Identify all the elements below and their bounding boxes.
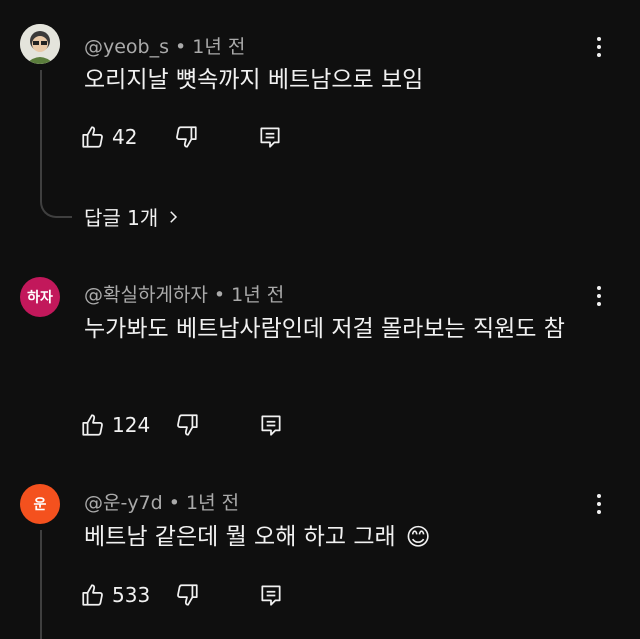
comment-text: 누가봐도 베트남사람인데 저걸 몰라보는 직원도 참 bbox=[84, 316, 565, 342]
thumbs-up-icon bbox=[82, 414, 103, 436]
thread-curve bbox=[40, 188, 72, 218]
reply-button[interactable] bbox=[257, 124, 283, 150]
reply-icon bbox=[261, 585, 281, 606]
avatar[interactable]: 운 bbox=[20, 484, 60, 524]
thumbs-down-icon bbox=[177, 414, 198, 436]
avatar[interactable]: 하자 bbox=[20, 277, 60, 317]
comment-actions: 42 bbox=[80, 122, 283, 152]
thread-line bbox=[40, 530, 42, 639]
comment-text-body: 베트남 같은데 뭘 오해 하고 그래 bbox=[84, 524, 396, 550]
like-count: 124 bbox=[112, 413, 151, 437]
reply-button[interactable] bbox=[258, 412, 284, 438]
dislike-button[interactable] bbox=[174, 412, 200, 438]
avatar-image bbox=[20, 24, 60, 64]
reply-icon bbox=[261, 415, 281, 436]
comment-meta[interactable]: @확실하게하자 • 1년 전 bbox=[84, 280, 284, 307]
thread-line bbox=[40, 70, 42, 190]
more-vert-icon[interactable] bbox=[588, 281, 610, 311]
avatar-initials: 운 bbox=[33, 497, 47, 513]
like-button[interactable]: 124 bbox=[80, 412, 150, 438]
comment-meta[interactable]: @yeob_s • 1년 전 bbox=[84, 32, 245, 59]
replies-link[interactable]: 답글 1개 bbox=[84, 202, 182, 231]
reply-icon bbox=[260, 127, 280, 148]
reply-button[interactable] bbox=[258, 582, 284, 608]
more-vert-icon[interactable] bbox=[588, 489, 610, 519]
like-button[interactable]: 533 bbox=[80, 582, 150, 608]
smiling-face-emoji: 😊 bbox=[405, 523, 431, 551]
thumbs-down-icon bbox=[176, 126, 198, 148]
comment-actions: 533 bbox=[80, 580, 284, 610]
like-count: 533 bbox=[112, 583, 151, 607]
avatar[interactable] bbox=[20, 24, 60, 64]
comment-actions: 124 bbox=[80, 410, 284, 440]
chevron-right-icon bbox=[170, 210, 178, 223]
thumbs-up-icon bbox=[82, 126, 103, 148]
replies-label: 답글 1개 bbox=[84, 206, 159, 230]
comment-text: 오리지날 뼛속까지 베트남으로 보임 bbox=[84, 67, 424, 93]
thumbs-down-icon bbox=[177, 584, 198, 606]
avatar-initials: 하자 bbox=[27, 290, 53, 306]
thumbs-up-icon bbox=[82, 584, 103, 606]
comment-text: 베트남 같은데 뭘 오해 하고 그래 😊 bbox=[84, 520, 604, 555]
more-vert-icon[interactable] bbox=[588, 32, 610, 62]
like-button[interactable]: 42 bbox=[80, 124, 137, 150]
like-count: 42 bbox=[112, 125, 138, 149]
comment-meta[interactable]: @운-y7d • 1년 전 bbox=[84, 488, 239, 515]
dislike-button[interactable] bbox=[174, 582, 200, 608]
dislike-button[interactable] bbox=[173, 124, 199, 150]
